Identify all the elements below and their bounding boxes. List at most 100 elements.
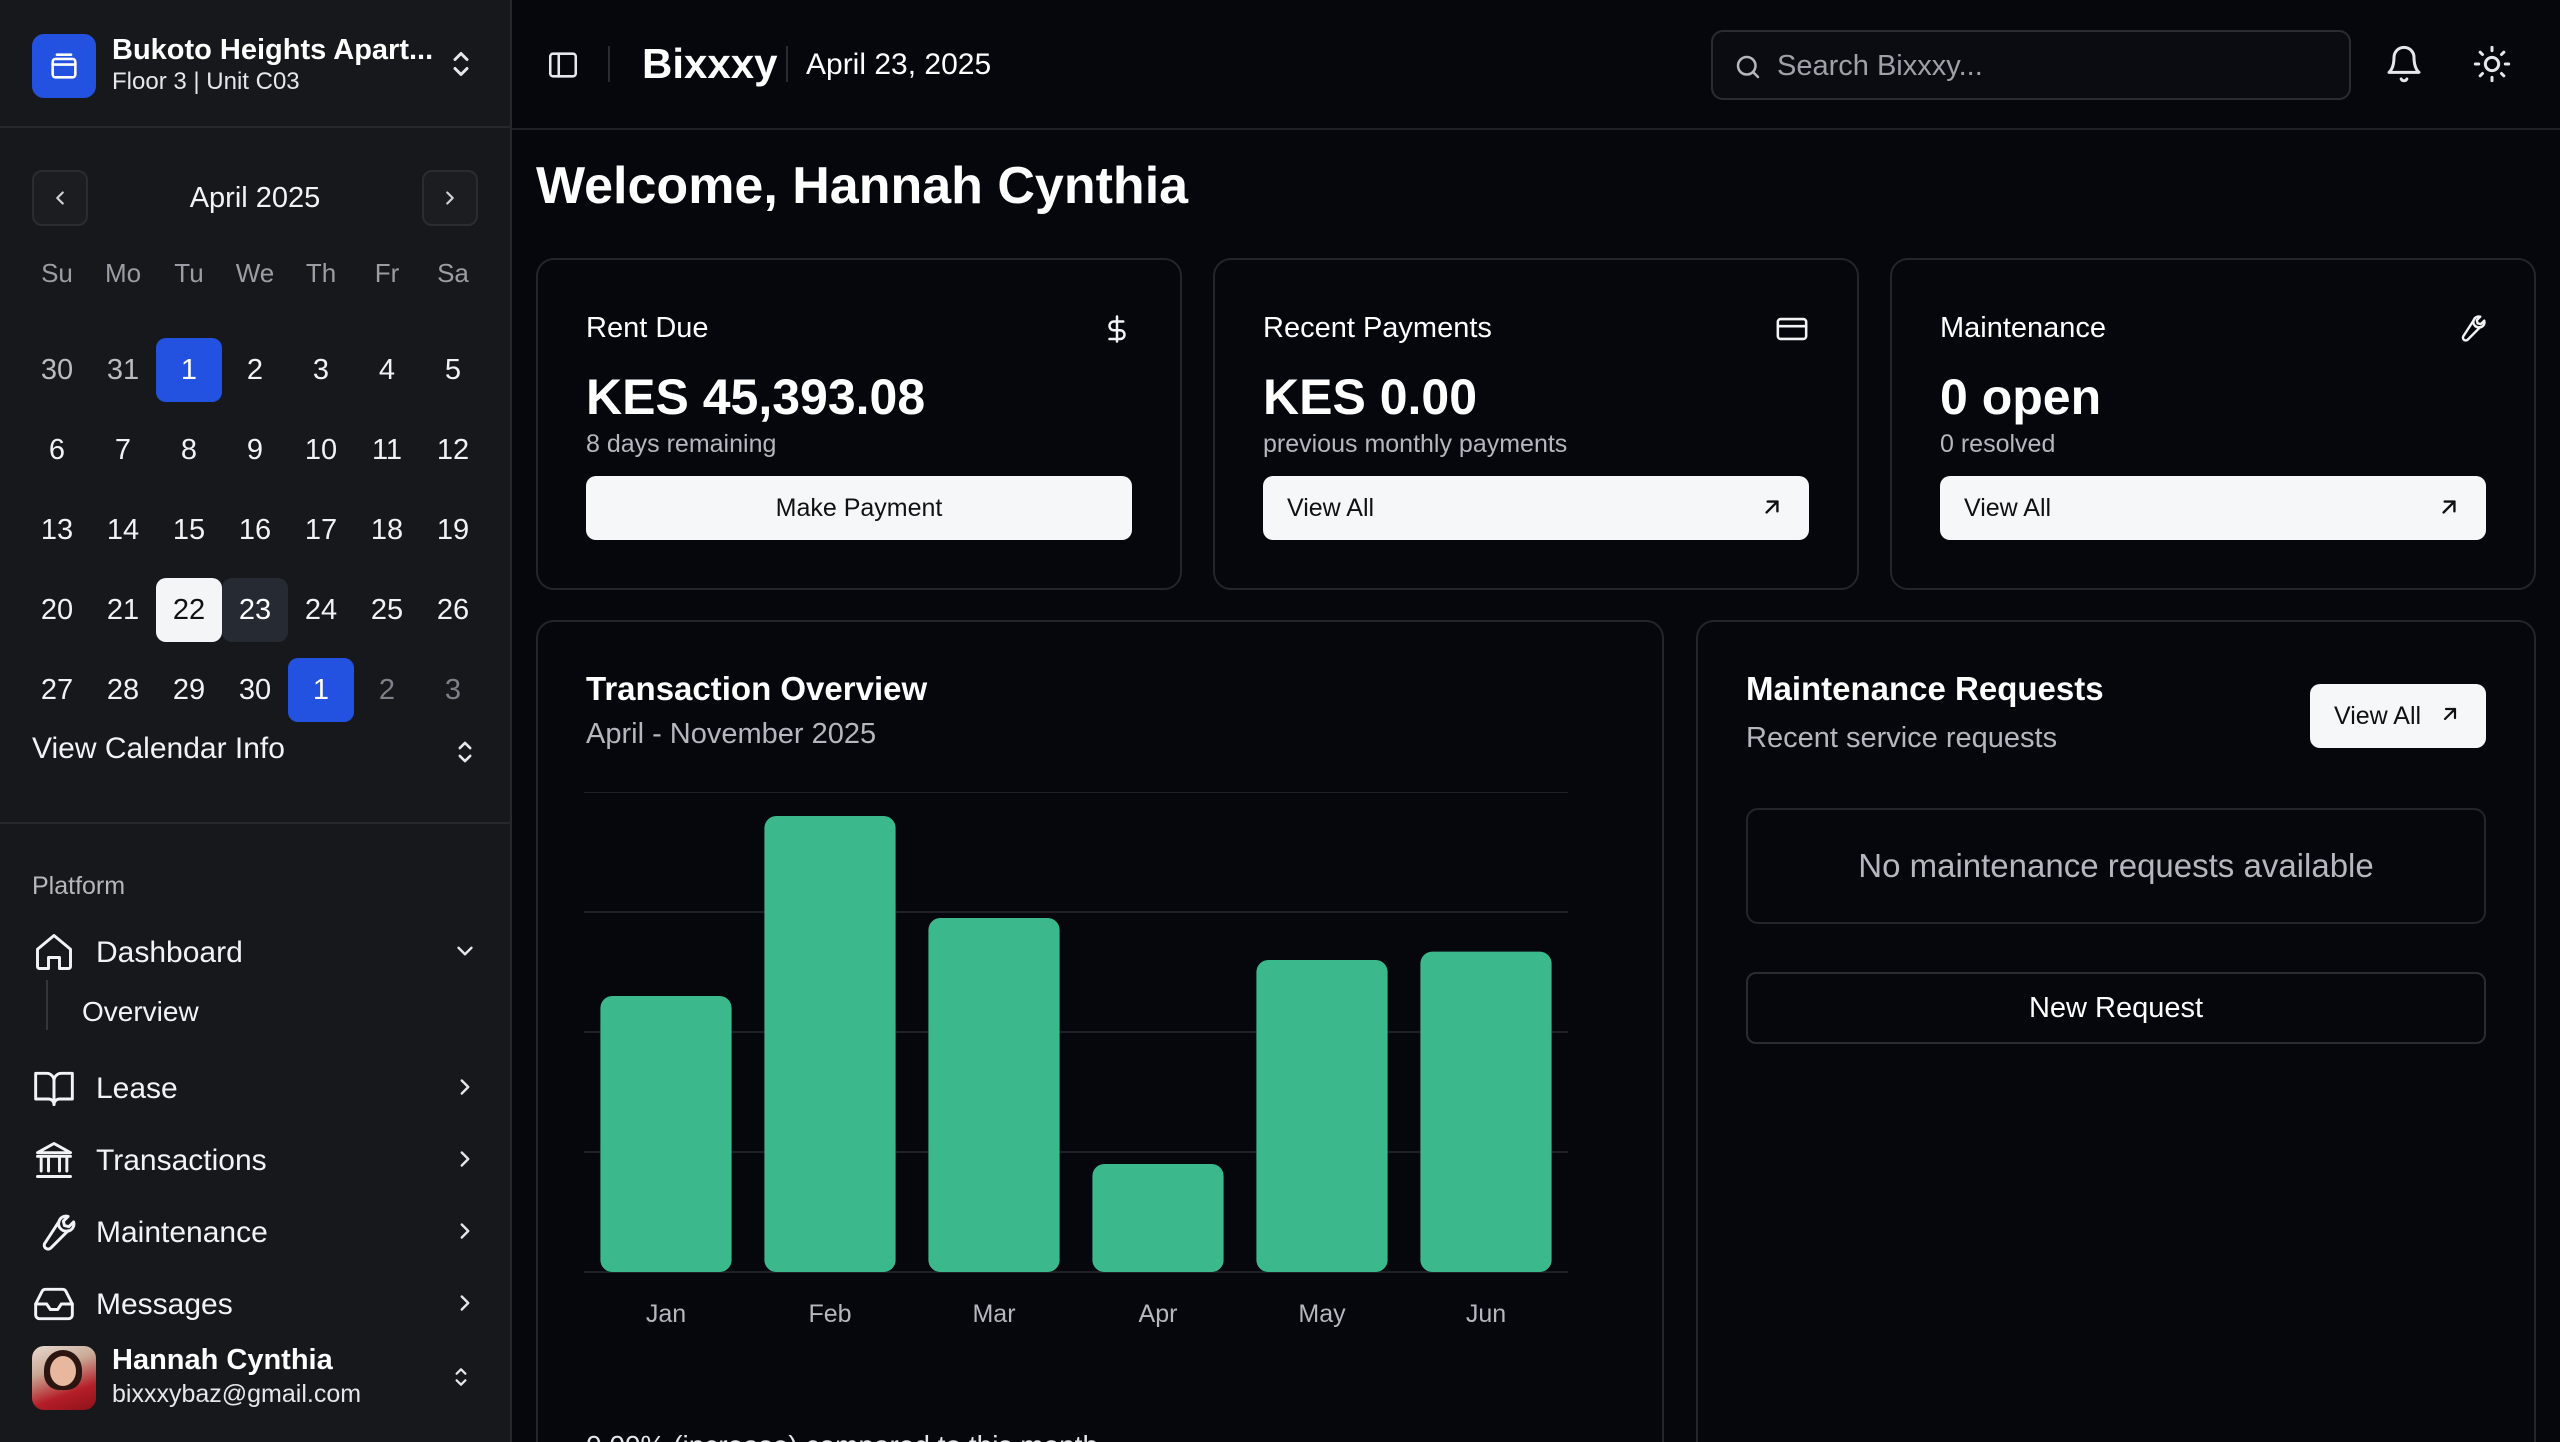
home-icon [32, 930, 76, 974]
calendar-day-number: 17 [304, 513, 338, 546]
chevron-right-icon [452, 1290, 478, 1316]
calendar-day[interactable]: 2 [354, 650, 420, 730]
new-request-button[interactable]: New Request [1746, 972, 2486, 1044]
calendar-day[interactable]: 24 [288, 570, 354, 650]
calendar-day[interactable]: 9 [222, 410, 288, 490]
sun-icon [2473, 45, 2511, 83]
calendar-day-number: 10 [304, 433, 338, 466]
sidebar: Bukoto Heights Apart... Floor 3 | Unit C… [0, 0, 512, 1442]
chart-subtitle: April - November 2025 [586, 718, 877, 750]
calendar-day-number: 5 [444, 353, 462, 386]
sidebar-item-maintenance[interactable]: Maintenance [32, 1204, 478, 1260]
requests-view-all-button[interactable]: View All [2310, 684, 2486, 748]
credit-card-icon [1775, 312, 1809, 346]
x-tick-label: Apr [1139, 1300, 1178, 1328]
arrow-up-right-icon [2438, 702, 2462, 726]
calendar-day[interactable]: 14 [90, 490, 156, 570]
calendar-day[interactable]: 17 [288, 490, 354, 570]
header-divider [786, 46, 788, 82]
calendar-day-number: 30 [40, 353, 74, 386]
rent-due-card: Rent Due KES 45,393.08 8 days remaining … [536, 258, 1182, 590]
weekday-label: Fr [374, 258, 400, 288]
calendar-next-button[interactable] [422, 170, 478, 226]
page-title: Welcome, Hannah Cynthia [536, 157, 1189, 215]
chart-bar[interactable] [1092, 1164, 1224, 1272]
calendar-day[interactable]: 3 [288, 330, 354, 410]
calendar-day[interactable]: 8 [156, 410, 222, 490]
user-menu[interactable]: Hannah Cynthia bixxxybaz@gmail.com [0, 1330, 510, 1442]
chart-bar[interactable] [928, 918, 1060, 1272]
calendar-day[interactable]: 3 [420, 650, 486, 730]
theme-toggle-button[interactable] [2472, 44, 2512, 84]
card-value: KES 45,393.08 [586, 369, 926, 425]
x-tick-label: May [1298, 1300, 1346, 1328]
calendar-day[interactable]: 29 [156, 650, 222, 730]
calendar-day[interactable]: 22 [156, 570, 222, 650]
calendar-day[interactable]: 16 [222, 490, 288, 570]
weekday-label: Mo [104, 258, 142, 288]
calendar-day[interactable]: 18 [354, 490, 420, 570]
button-label: View All [2334, 702, 2422, 730]
notifications-button[interactable] [2384, 44, 2424, 84]
search-input[interactable] [1777, 48, 2317, 84]
header-divider [608, 46, 610, 82]
calendar-day[interactable]: 6 [24, 410, 90, 490]
sidebar-item-messages[interactable]: Messages [32, 1276, 478, 1332]
calendar-day[interactable]: 10 [288, 410, 354, 490]
calendar-day-number: 19 [436, 513, 470, 546]
calendar-day[interactable]: 20 [24, 570, 90, 650]
calendar-day[interactable]: 13 [24, 490, 90, 570]
calendar-day[interactable]: 23 [222, 570, 288, 650]
calendar-day[interactable]: 30 [24, 330, 90, 410]
sidebar-toggle-button[interactable] [546, 48, 580, 82]
calendar-day[interactable]: 11 [354, 410, 420, 490]
calendar-day[interactable]: 19 [420, 490, 486, 570]
calendar-day-number: 28 [106, 673, 140, 706]
calendar-day-number: 23 [222, 578, 288, 642]
sidebar-item-transactions[interactable]: Transactions [32, 1132, 478, 1188]
calendar-day-number: 31 [106, 353, 140, 386]
calendar-day[interactable]: 7 [90, 410, 156, 490]
maintenance-view-all-button[interactable]: View All [1940, 476, 2486, 540]
calendar-info-toggle[interactable]: View Calendar Info [32, 732, 478, 776]
search-box[interactable] [1711, 30, 2351, 100]
transaction-overview-card: Transaction Overview April - November 20… [536, 620, 1664, 1442]
bank-icon [32, 1138, 76, 1182]
calendar-day[interactable]: 15 [156, 490, 222, 570]
make-payment-button[interactable]: Make Payment [586, 476, 1132, 540]
calendar-day-number: 20 [40, 593, 74, 626]
project-switcher[interactable]: Bukoto Heights Apart... Floor 3 | Unit C… [0, 0, 510, 128]
calendar-day-number: 18 [370, 513, 404, 546]
x-tick-label: Feb [808, 1300, 851, 1328]
chart-bar[interactable] [1420, 951, 1552, 1272]
calendar-day-number: 26 [436, 593, 470, 626]
chart-bar[interactable] [600, 996, 732, 1272]
calendar-day[interactable]: 1 [288, 650, 354, 730]
sidebar-item-lease[interactable]: Lease [32, 1060, 478, 1116]
chart-bar[interactable] [1256, 960, 1388, 1272]
calendar-day[interactable]: 31 [90, 330, 156, 410]
calendar-day[interactable]: 27 [24, 650, 90, 730]
calendar-day[interactable]: 5 [420, 330, 486, 410]
card-title: Recent Payments [1263, 312, 1492, 344]
calendar-day-number: 30 [238, 673, 272, 706]
sidebar-item-dashboard[interactable]: Dashboard [32, 924, 478, 980]
payments-view-all-button[interactable]: View All [1263, 476, 1809, 540]
calendar-day[interactable]: 2 [222, 330, 288, 410]
calendar-day[interactable]: 12 [420, 410, 486, 490]
calendar-header: April 2025 [32, 170, 478, 226]
calendar-day[interactable]: 28 [90, 650, 156, 730]
calendar-day[interactable]: 26 [420, 570, 486, 650]
calendar-day[interactable]: 25 [354, 570, 420, 650]
calendar-day[interactable]: 21 [90, 570, 156, 650]
wrench-icon [32, 1210, 76, 1254]
project-name: Bukoto Heights Apart... [112, 34, 434, 66]
weekday-label: We [235, 258, 275, 288]
calendar-day[interactable]: 1 [156, 330, 222, 410]
chart-bar[interactable] [764, 816, 896, 1272]
calendar-day[interactable]: 30 [222, 650, 288, 730]
calendar-day[interactable]: 4 [354, 330, 420, 410]
sidebar-subitem-overview[interactable]: Overview [82, 996, 199, 1028]
maintenance-card: Maintenance 0 open 0 resolved View All [1890, 258, 2536, 590]
sidebar-item-label: Lease [96, 1072, 178, 1105]
